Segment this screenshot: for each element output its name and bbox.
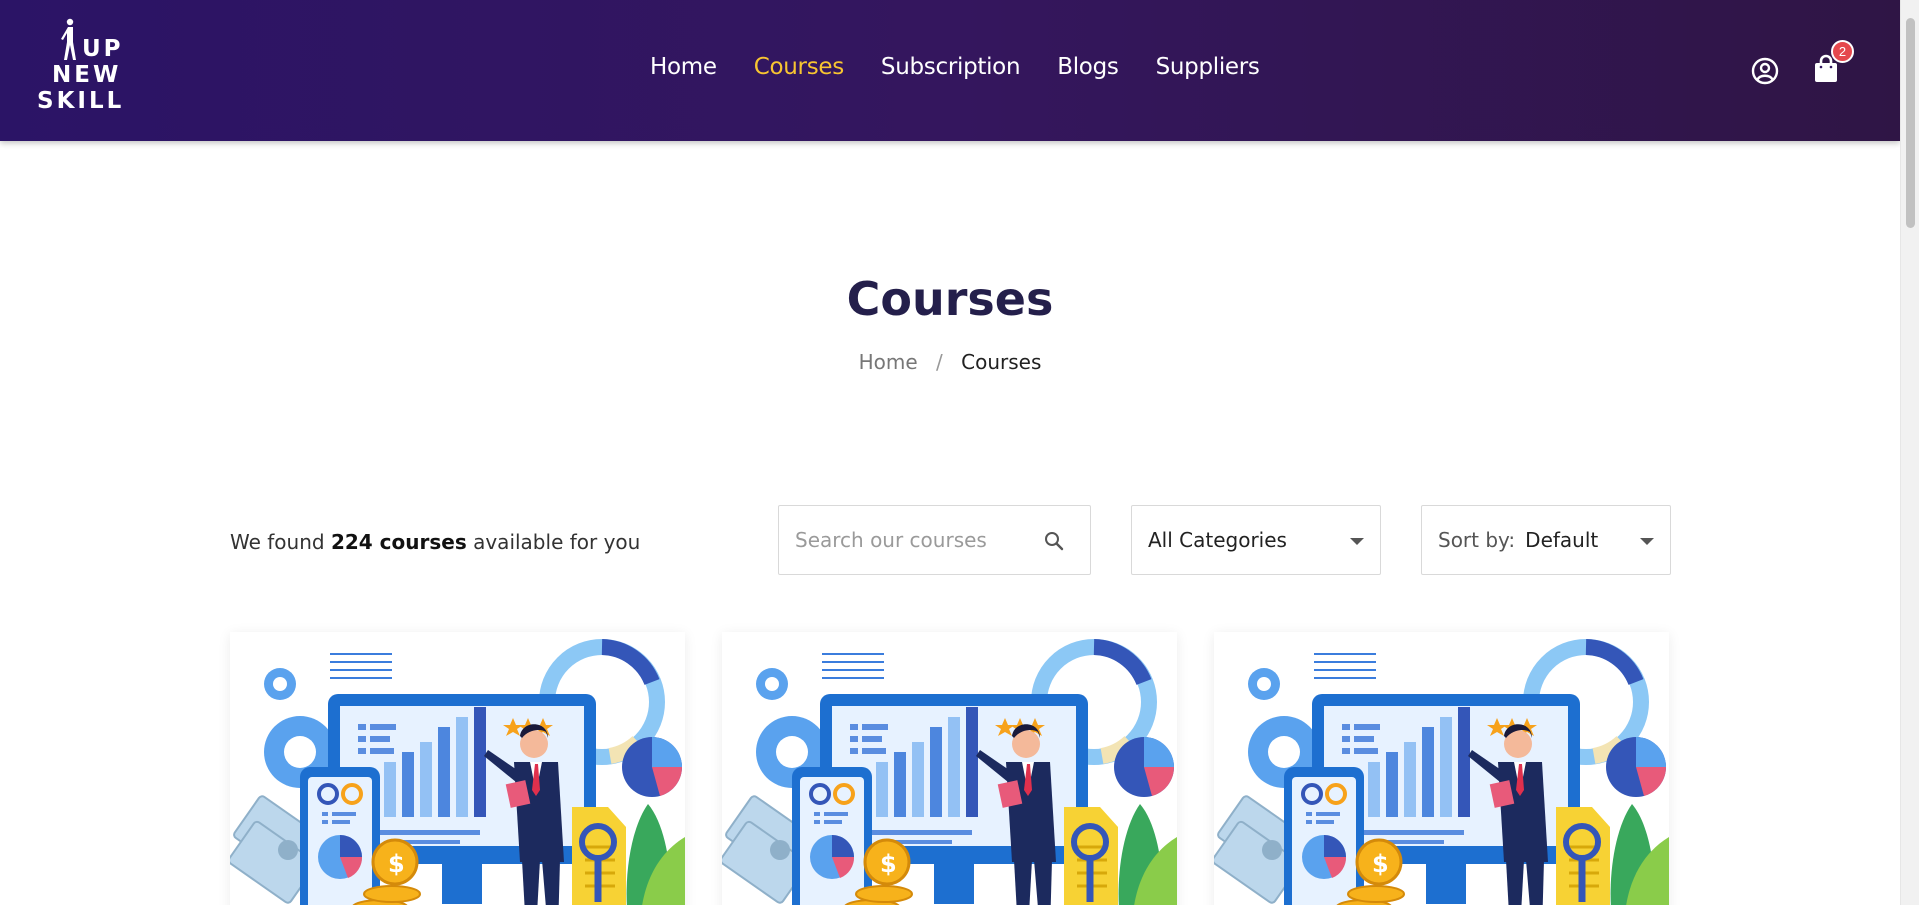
- logo-text-new: NEW: [52, 62, 122, 88]
- results-suffix: available for you: [473, 530, 641, 554]
- category-select-value: All Categories: [1148, 528, 1287, 552]
- page-title: Courses: [846, 272, 1054, 326]
- nav-courses[interactable]: Courses: [754, 54, 844, 80]
- course-card[interactable]: $: [1214, 632, 1669, 905]
- walking-person-icon: [61, 18, 76, 60]
- chevron-down-icon: [1350, 538, 1364, 545]
- nav-home[interactable]: Home: [650, 54, 717, 80]
- search-input[interactable]: [795, 506, 1035, 574]
- svg-text:$: $: [880, 850, 897, 878]
- results-count: 224 courses: [330, 530, 467, 554]
- sort-select[interactable]: Sort by: Default: [1421, 505, 1671, 575]
- site-header: UP NEW SKILL Home Courses Subscription B…: [0, 0, 1900, 141]
- course-card[interactable]: $: [722, 632, 1177, 905]
- course-thumbnail: $: [722, 639, 1177, 905]
- course-thumbnail: $: [1214, 639, 1669, 905]
- sort-select-value: Default: [1525, 528, 1599, 552]
- course-thumbnail: $: [230, 639, 685, 905]
- search-icon[interactable]: [1043, 530, 1065, 552]
- nav-suppliers[interactable]: Suppliers: [1156, 54, 1260, 80]
- breadcrumb-separator: /: [936, 350, 943, 374]
- results-prefix: We found: [230, 530, 325, 554]
- breadcrumb-home-link[interactable]: Home: [859, 350, 918, 374]
- breadcrumb: Home / Courses: [0, 350, 1900, 374]
- logo-text-skill: SKILL: [37, 88, 125, 114]
- svg-text:$: $: [388, 850, 405, 878]
- main-nav: Home Courses Subscription Blogs Supplier…: [650, 54, 1297, 80]
- scrollbar-thumb[interactable]: [1906, 18, 1915, 228]
- logo-text-up: UP: [82, 36, 124, 62]
- breadcrumb-current: Courses: [961, 350, 1042, 374]
- svg-text:$: $: [1372, 850, 1389, 878]
- nav-blogs[interactable]: Blogs: [1057, 54, 1119, 80]
- cart-count-badge: 2: [1831, 40, 1854, 63]
- chevron-down-icon: [1640, 538, 1654, 545]
- category-select[interactable]: All Categories: [1131, 505, 1381, 575]
- sort-label: Sort by:: [1438, 528, 1516, 552]
- site-logo[interactable]: UP NEW SKILL: [34, 18, 124, 118]
- course-card[interactable]: $: [230, 632, 685, 905]
- user-circle-icon[interactable]: [1750, 56, 1780, 86]
- results-count-text: We found 224 courses available for you: [230, 530, 640, 554]
- page-scrollbar[interactable]: [1900, 0, 1919, 905]
- nav-subscription[interactable]: Subscription: [881, 54, 1021, 80]
- sort-select-text: Sort by: Default: [1438, 528, 1598, 552]
- page: UP NEW SKILL Home Courses Subscription B…: [0, 0, 1919, 905]
- course-search: [778, 505, 1091, 575]
